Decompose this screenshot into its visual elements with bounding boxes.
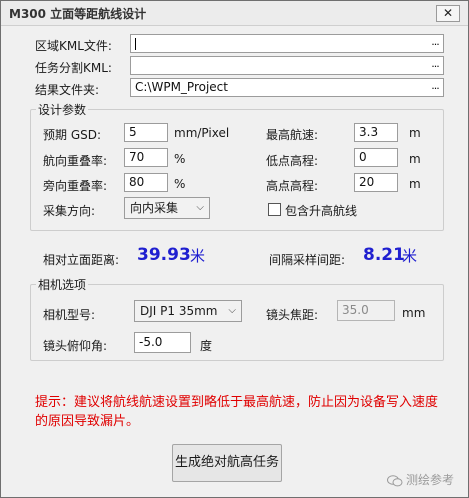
include-climb-checkbox[interactable] <box>268 203 281 216</box>
pitch-label: 镜头俯仰角: <box>43 339 108 353</box>
browse-task-split-button[interactable]: ... <box>427 57 443 74</box>
facade-distance-value: 39.93 <box>137 245 191 265</box>
hint-text: 提示：建议将航线航速设置到略低于最高航速，防止因为设备写入速度的原因导致漏片。 <box>35 395 439 429</box>
forward-overlap-input[interactable]: 70 <box>124 148 168 167</box>
max-alt-unit: m <box>409 177 421 191</box>
dialog-window: M300 立面等距航线设计 ✕ 区域KML文件: ... 任务分割KML: ..… <box>0 0 469 498</box>
result-folder-input[interactable]: C:\WPM_Project ... <box>130 78 444 97</box>
min-alt-input[interactable]: 0 <box>354 148 398 167</box>
result-folder-value: C:\WPM_Project <box>135 80 228 94</box>
gsd-label: 预期 GSD: <box>43 128 102 142</box>
camera-model-label: 相机型号: <box>43 308 96 322</box>
side-overlap-input[interactable]: 80 <box>124 173 168 192</box>
camera-group-title: 相机选项 <box>36 276 89 293</box>
task-split-input[interactable]: ... <box>130 56 444 75</box>
chevron-down-icon: ⌵ <box>196 202 204 213</box>
pitch-unit: 度 <box>200 339 213 353</box>
pitch-value: -5.0 <box>139 335 163 349</box>
max-speed-unit: m <box>409 126 421 140</box>
browse-result-folder-button[interactable]: ... <box>427 79 443 96</box>
max-speed-input[interactable]: 3.3 <box>354 123 398 142</box>
region-kml-input[interactable]: ... <box>130 34 444 53</box>
focal-unit: mm <box>402 306 426 320</box>
forward-overlap-value: 70 <box>129 150 145 164</box>
forward-overlap-unit: % <box>174 152 186 166</box>
max-speed-label: 最高航速: <box>266 128 319 142</box>
facade-distance-unit: 米 <box>190 247 206 265</box>
focal-label: 镜头焦距: <box>266 308 319 322</box>
focal-value: 35.0 <box>342 303 369 317</box>
generate-task-button[interactable]: 生成绝对航高任务 <box>172 444 282 482</box>
close-icon: ✕ <box>442 6 454 20</box>
side-overlap-label: 旁向重叠率: <box>43 179 108 193</box>
browse-region-kml-button[interactable]: ... <box>427 35 443 52</box>
title-bar: M300 立面等距航线设计 ✕ <box>1 1 468 26</box>
gsd-input[interactable]: 5 <box>124 123 168 142</box>
text-cursor <box>135 37 136 50</box>
result-folder-label: 结果文件夹: <box>35 83 100 97</box>
side-overlap-unit: % <box>174 177 186 191</box>
min-alt-label: 低点高程: <box>266 154 319 168</box>
min-alt-value: 0 <box>359 150 367 164</box>
pitch-input[interactable]: -5.0 <box>134 332 191 353</box>
interval-value: 8.21 <box>363 245 405 265</box>
side-overlap-value: 80 <box>129 175 145 189</box>
design-params-title: 设计参数 <box>36 101 89 118</box>
wechat-icon <box>387 474 403 486</box>
gsd-unit: mm/Pixel <box>174 126 230 140</box>
task-split-label: 任务分割KML: <box>35 61 112 75</box>
max-alt-input[interactable]: 20 <box>354 173 398 192</box>
include-climb-label: 包含升高航线 <box>285 204 358 218</box>
direction-select[interactable]: 向内采集 ⌵ <box>124 197 210 219</box>
min-alt-unit: m <box>409 152 421 166</box>
interval-label: 间隔采样间距: <box>269 253 346 267</box>
direction-value: 向内采集 <box>130 201 179 215</box>
forward-overlap-label: 航向重叠率: <box>43 154 108 168</box>
camera-model-value: DJI P1 35mm <box>140 304 218 318</box>
facade-distance-label: 相对立面距离: <box>43 253 120 267</box>
max-alt-label: 高点高程: <box>266 179 319 193</box>
watermark: 测绘参考 <box>387 471 454 488</box>
max-speed-value: 3.3 <box>359 125 379 139</box>
region-kml-label: 区域KML文件: <box>35 39 112 53</box>
focal-input[interactable]: 35.0 <box>337 300 395 321</box>
chevron-down-icon: ⌵ <box>228 305 236 316</box>
watermark-text: 测绘参考 <box>406 473 455 487</box>
window-title: M300 立面等距航线设计 <box>9 7 147 21</box>
close-button[interactable]: ✕ <box>436 5 460 22</box>
gsd-value: 5 <box>129 125 137 139</box>
max-alt-value: 20 <box>359 175 375 189</box>
direction-label: 采集方向: <box>43 204 96 218</box>
interval-unit: 米 <box>402 247 418 265</box>
camera-model-select[interactable]: DJI P1 35mm ⌵ <box>134 300 242 322</box>
